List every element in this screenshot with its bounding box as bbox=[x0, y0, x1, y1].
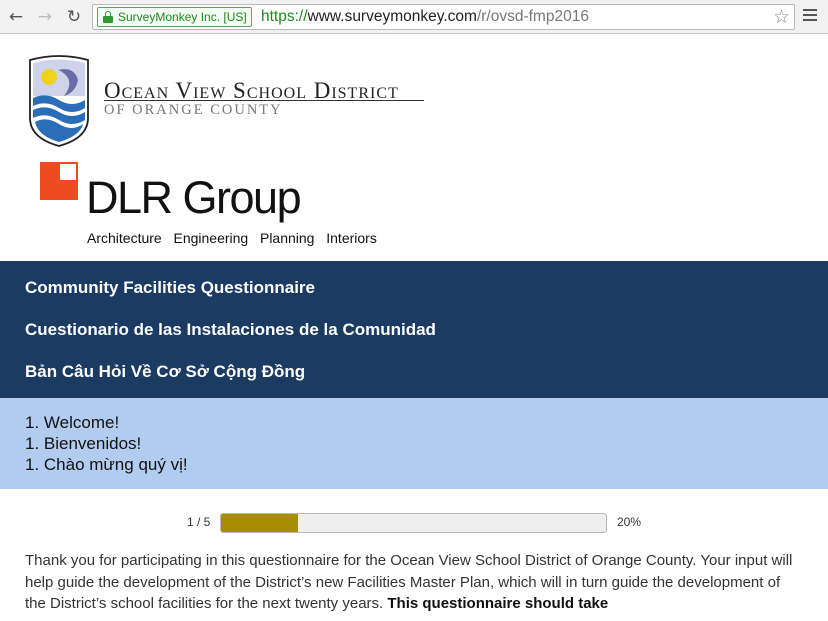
district-seal-icon bbox=[29, 55, 89, 147]
survey-title-vi: Bản Câu Hỏi Về Cơ Sở Cộng Đồng bbox=[25, 362, 306, 381]
page-title-vi: 1. Chào mừng quý vị! bbox=[25, 455, 188, 474]
district-divider bbox=[104, 100, 424, 101]
progress-percent-label: 20% bbox=[617, 515, 642, 529]
page-title-band: 1. Welcome! 1. Bienvenidos! 1. Chào mừng… bbox=[0, 398, 828, 489]
progress-page-label: 1 / 5 bbox=[187, 515, 211, 529]
bookmark-button[interactable]: ☆ bbox=[773, 6, 790, 28]
reload-button[interactable]: ↻ bbox=[63, 6, 85, 28]
dlr-group-logo: DLR Group Architecture Engineering Plann… bbox=[40, 162, 400, 252]
district-subtitle: OF ORANGE COUNTY bbox=[104, 102, 283, 118]
page-title-es: 1. Bienvenidos! bbox=[25, 434, 142, 453]
page-title-en: 1. Welcome! bbox=[25, 413, 120, 432]
dlr-name: DLR Group bbox=[86, 172, 302, 223]
district-logo: Ocean View School District OF ORANGE COU… bbox=[24, 52, 424, 152]
url-text[interactable]: https://www.surveymonkey.com/r/ovsd-fmp2… bbox=[261, 8, 589, 26]
dlr-tagline: Architecture Engineering Planning Interi… bbox=[87, 230, 377, 246]
star-icon: ☆ bbox=[772, 6, 790, 28]
arrow-left-icon: ← bbox=[8, 7, 24, 27]
address-bar[interactable]: SurveyMonkey Inc. [US] https://www.surve… bbox=[92, 4, 795, 30]
hamburger-menu-icon bbox=[803, 9, 817, 21]
lock-icon bbox=[103, 11, 113, 23]
progress-bar-fill bbox=[221, 514, 298, 532]
survey-title-es: Cuestionario de las Instalaciones de la … bbox=[25, 320, 436, 339]
forward-button[interactable]: → bbox=[34, 6, 56, 28]
dlr-square-icon bbox=[40, 162, 78, 200]
intro-paragraph: Thank you for participating in this ques… bbox=[25, 550, 805, 615]
browser-menu-button[interactable] bbox=[803, 9, 817, 23]
progress-bar bbox=[220, 513, 607, 533]
reload-icon: ↻ bbox=[66, 7, 82, 27]
url-path: /r/ovsd-fmp2016 bbox=[476, 8, 589, 25]
back-button[interactable]: ← bbox=[5, 6, 27, 28]
browser-toolbar: ← → ↻ SurveyMonkey Inc. [US] https://www… bbox=[0, 0, 828, 34]
ev-certificate-badge[interactable]: SurveyMonkey Inc. [US] bbox=[97, 7, 252, 27]
intro-bold-text: This questionnaire should take bbox=[387, 595, 609, 612]
ev-certificate-label: SurveyMonkey Inc. [US] bbox=[118, 10, 247, 24]
survey-title-band: Community Facilities Questionnaire Cuest… bbox=[0, 261, 828, 398]
url-host: www.surveymonkey.com bbox=[307, 8, 477, 25]
arrow-right-icon: → bbox=[37, 7, 53, 27]
url-scheme: https:// bbox=[261, 8, 308, 25]
survey-title-en: Community Facilities Questionnaire bbox=[25, 278, 316, 297]
